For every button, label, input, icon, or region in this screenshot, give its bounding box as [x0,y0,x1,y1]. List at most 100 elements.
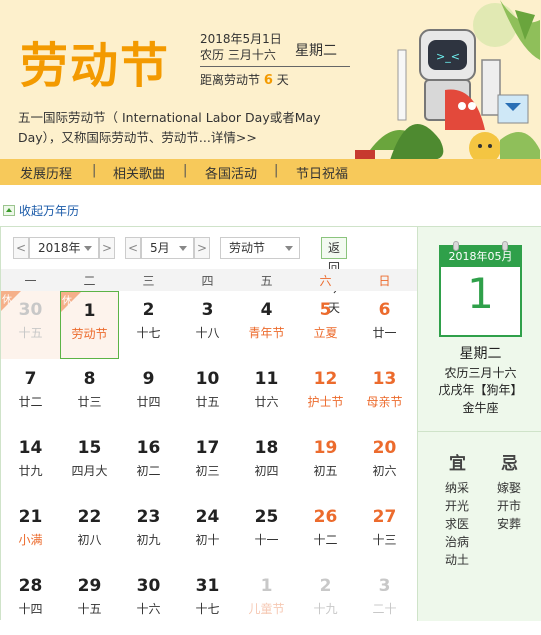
festival-title: 劳动节 [20,38,171,94]
yi-item: 纳采 [445,481,470,495]
festival-banner: 劳动节 2018年5月1日 农历 三月十六 星期二 距离劳动节 6 天 五一国际… [0,0,541,185]
detail-zodiac: 金牛座 [462,401,499,415]
calendar-day-cell[interactable]: 5 立夏 [296,291,355,359]
year-select[interactable]: 2018年 [29,237,99,259]
calendar-day-cell[interactable]: 22 初八 [60,498,119,566]
calendar-day-cell[interactable]: 26 十二 [296,498,355,566]
day-lunar-label: 儿童节 [248,602,285,616]
calendar-day-cell[interactable]: 15 四月大 [60,429,119,497]
calendar-day-cell[interactable]: 24 初十 [178,498,237,566]
day-number: 2 [142,300,155,320]
day-number: 23 [136,507,161,527]
day-number: 30 [136,576,161,596]
festival-nav: 发展历程 | 相关歌曲 | 各国活动 | 节日祝福 [0,159,541,185]
collapse-up-icon [3,205,15,216]
day-lunar-label: 四月大 [71,464,108,478]
collapse-calendar-link[interactable]: 收起万年历 [3,202,79,219]
day-lunar-label: 廿九 [18,464,43,478]
day-number: 12 [313,369,338,389]
calendar-day-cell[interactable]: 20 初六 [355,429,414,497]
day-number: 19 [313,438,338,458]
calendar-day-cell[interactable]: 30 十六 [119,567,178,635]
binder-ring-icon [502,241,508,251]
day-lunar-label: 廿六 [254,395,279,409]
calendar-day-cell[interactable]: 25 十一 [237,498,296,566]
day-lunar-label: 初十 [195,533,220,547]
day-lunar-label: 十一 [254,533,279,547]
day-lunar-label: 初四 [254,464,279,478]
day-lunar-label: 初九 [136,533,161,547]
chevron-down-icon [84,246,92,251]
robot-illustration: >_< [350,0,541,160]
calendar-day-cell[interactable]: 12 护士节 [296,360,355,428]
calendar-day-cell[interactable]: 2 十七 [119,291,178,359]
next-year-button[interactable]: > [99,237,115,259]
day-lunar-label: 十六 [136,602,161,616]
yi-item: 开光 [445,499,470,513]
calendar-day-cell[interactable]: 休 30 十五 [1,291,60,359]
calendar-day-cell[interactable]: 21 小满 [1,498,60,566]
prev-month-button[interactable]: < [125,237,141,259]
calendar-day-cell[interactable]: 31 十七 [178,567,237,635]
calendar-day-cell[interactable]: 1 儿童节 [237,567,296,635]
weekday-label: 星期二 [295,43,337,59]
nav-activities[interactable]: 各国活动 [205,163,257,182]
day-number: 29 [77,576,102,596]
nav-separator: | [92,163,97,178]
calendar-day-cell[interactable]: 17 初三 [178,429,237,497]
calendar-day-cell[interactable]: 2 十九 [296,567,355,635]
chevron-down-icon [285,246,293,251]
calendar-day-cell[interactable]: 29 十五 [60,567,119,635]
day-number: 3 [378,576,391,596]
day-number: 13 [372,369,397,389]
date-divider [200,66,360,67]
day-card: 2018年05月 1 [439,241,522,337]
calendar-day-cell[interactable]: 28 十四 [1,567,60,635]
festival-value: 劳动节 [229,241,266,255]
intro-more-link[interactable]: 详情>> [211,130,257,145]
calendar-day-cell[interactable]: 14 廿九 [1,429,60,497]
next-month-button[interactable]: > [194,237,210,259]
nav-separator: | [274,163,279,178]
month-select[interactable]: 5月 [141,237,194,259]
solar-date: 2018年5月1日 [200,32,282,46]
calendar-day-cell[interactable]: 9 廿四 [119,360,178,428]
calendar-day-cell[interactable]: 3 二十 [355,567,414,635]
calendar-day-cell[interactable]: 19 初五 [296,429,355,497]
calendar-day-cell[interactable]: 7 廿二 [1,360,60,428]
calendar-day-cell[interactable]: 18 初四 [237,429,296,497]
day-number: 31 [195,576,220,596]
countdown-number: 6 [263,73,273,88]
calendar-day-cell[interactable]: 3 十八 [178,291,237,359]
back-to-today-button[interactable]: 返回今天 [321,237,348,315]
calendar-day-cell[interactable]: 8 廿三 [60,360,119,428]
day-lunar-label: 廿一 [372,326,397,340]
calendar-day-cell[interactable]: 16 初二 [119,429,178,497]
day-number: 7 [24,369,37,389]
yi-item: 动土 [445,553,470,567]
calendar-day-cell[interactable]: 23 初九 [119,498,178,566]
calendar-day-cell[interactable]: 6 廿一 [355,291,414,359]
nav-songs[interactable]: 相关歌曲 [113,163,165,182]
day-lunar-label: 初三 [195,464,220,478]
day-lunar-label: 十四 [18,602,43,616]
prev-year-button[interactable]: < [13,237,29,259]
festival-select[interactable]: 劳动节 [220,237,300,259]
day-lunar-label: 青年节 [248,326,285,340]
calendar-day-cell[interactable]: 10 廿五 [178,360,237,428]
calendar-day-cell[interactable]: 休 1 劳动节 [60,291,119,359]
day-detail-panel: 2018年05月 1 星期二 农历三月十六 戊戌年【狗年】 金牛座 宜 忌 纳采… [417,227,541,621]
day-lunar-label: 十九 [313,602,338,616]
yi-item: 治病 [445,535,470,549]
nav-history[interactable]: 发展历程 [20,163,72,182]
nav-separator: | [183,163,188,178]
calendar-day-cell[interactable]: 11 廿六 [237,360,296,428]
nav-greetings[interactable]: 节日祝福 [296,163,348,182]
intro-text: 五一国际劳动节（ International Labor Day或者May Da… [18,110,321,145]
day-number: 4 [260,300,273,320]
calendar-day-cell[interactable]: 13 母亲节 [355,360,414,428]
day-number: 3 [201,300,214,320]
calendar-day-cell[interactable]: 27 十三 [355,498,414,566]
weekday-tue: 二 [83,274,96,288]
calendar-day-cell[interactable]: 4 青年节 [237,291,296,359]
